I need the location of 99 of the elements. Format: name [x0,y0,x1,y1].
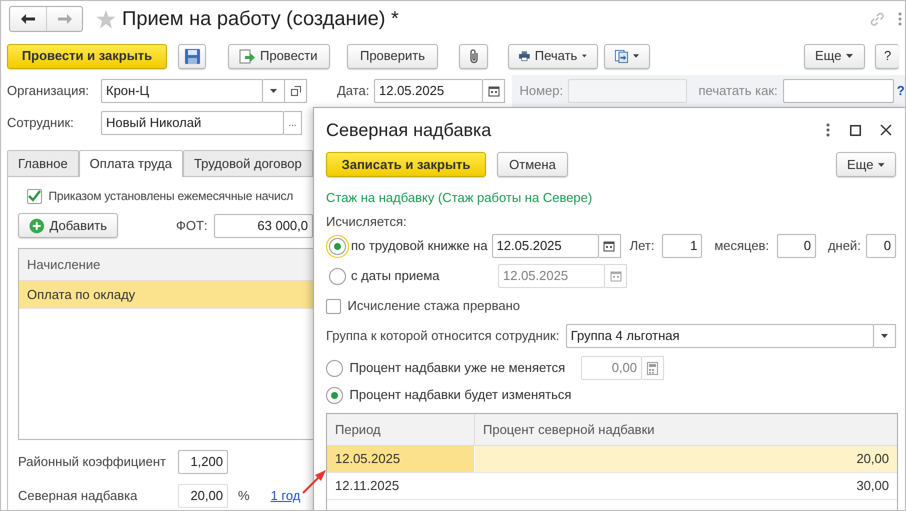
dialog-title: Северная надбавка [326,118,492,142]
back-arrow-icon [21,14,35,24]
print-as-field[interactable] [782,79,894,103]
check-button[interactable]: Проверить [347,44,438,68]
field-label: Районный коэффициент [18,453,167,472]
column-header: Начисление [19,249,313,281]
tab[interactable]: Трудовой договор [182,150,313,176]
caret-icon [270,89,277,93]
number-field[interactable] [568,79,686,103]
radio-button[interactable] [326,360,343,376]
document-arrow-icon [239,48,255,64]
group-field[interactable]: Группа 4 льготная [566,324,874,348]
post-and-close-button[interactable]: Провести и закрыть [7,44,167,68]
organization-field[interactable]: Крон-Ц [101,79,263,103]
calendar-button[interactable] [483,79,505,103]
table-cell[interactable]: 12.11.2025 [327,473,475,500]
calendar-button[interactable] [598,234,621,258]
field-label: печатать как: [698,82,779,100]
calendar-icon [488,85,500,97]
field-label: Сотрудник: [7,114,75,132]
field-label: Группа к которой относится сотрудник: [326,327,560,346]
post-button[interactable]: Провести [228,44,330,68]
dropdown-button[interactable] [263,79,285,103]
unit-label: % [238,487,250,506]
annotation-arrow [301,469,327,495]
save-and-close-button[interactable]: Записать и закрыть [326,152,486,177]
caret-icon [878,162,885,166]
maximize-icon[interactable] [850,124,860,136]
field-label: месяцев: [714,237,770,256]
date-field[interactable]: 12.05.2025 [374,79,483,103]
bonus-field[interactable]: 20,00 [178,484,228,508]
star-icon[interactable] [96,10,116,28]
checkbox[interactable] [326,298,341,314]
cancel-button[interactable]: Отмена [497,152,568,177]
paperclip-icon [468,48,480,64]
checkbox[interactable] [27,188,42,204]
forward-arrow-icon [58,14,72,24]
number-field[interactable]: 0 [866,234,896,258]
radio-label: по трудовой книжке на [351,237,488,256]
plus-circle-icon [29,218,45,234]
column-header: Процент северной надбавки [482,420,656,439]
calendar-icon [610,270,622,282]
select-button[interactable]: ... [284,111,302,135]
add-button[interactable]: Добавить [18,213,118,238]
tab[interactable]: Главное [7,150,79,176]
column-header: Период [327,414,475,445]
section-title: Стаж на надбавку (Стаж работы на Севере) [326,189,592,207]
more-button[interactable]: Еще [804,44,865,68]
table-cell[interactable]: 30,00 [475,473,897,500]
calendar-icon [603,240,616,252]
caret-icon [582,54,587,58]
number-field[interactable]: 1 [662,234,702,258]
caret-icon [881,334,888,338]
field-label: Лет: [630,237,654,256]
field-label: Номер: [520,82,564,100]
calculator-icon [647,362,658,374]
table-cell[interactable]: 12.05.2025 [327,446,475,473]
print-button[interactable]: Печать [508,44,598,68]
open-button[interactable] [285,79,307,103]
window-title: Прием на работу (создание) * [122,7,399,32]
related-documents-button[interactable] [604,44,650,68]
table-row[interactable]: Оплата по окладу [19,281,313,309]
more-button[interactable]: Еще [836,152,896,177]
field-label: ФОТ: [176,216,209,235]
fot-field[interactable]: 63 000,0 [214,214,313,238]
caret-icon [846,54,854,58]
more-options-icon[interactable] [898,12,902,26]
table-cell[interactable]: 20,00 [475,446,897,473]
period-link[interactable]: 1 год [270,486,300,506]
tab[interactable]: Оплата труда [78,150,183,177]
radio-label: с даты приема [351,267,440,286]
caret-icon [632,54,639,58]
employee-field[interactable]: Новый Николай [101,111,284,135]
help-link[interactable]: ? [896,81,905,101]
checkbox-label: Исчисление стажа прервано [348,297,520,316]
field-label: Исчисляется: [326,212,407,230]
field-label: дней: [828,237,861,256]
calculator-button[interactable] [642,356,664,380]
save-button[interactable] [178,44,206,68]
documents-icon [615,48,628,64]
dropdown-button[interactable] [874,324,896,348]
link-icon[interactable] [868,11,885,27]
attach-button[interactable] [459,44,488,68]
radio-label: Процент надбавки будет изменяться [350,386,572,404]
radio-button[interactable] [329,238,346,254]
more-options-icon[interactable] [826,123,830,137]
help-button[interactable]: ? [875,44,899,68]
radio-label: Процент надбавки уже не меняется [350,359,566,378]
coefficient-field[interactable]: 1,200 [178,450,228,474]
field-label: Организация: [7,82,90,100]
printer-icon [519,49,530,63]
field-label: Северная надбавка [18,487,138,506]
number-field[interactable]: 0 [777,234,816,258]
radio-button[interactable] [326,386,343,404]
checkbox-label: Приказом установлены ежемесячные начисл [48,188,294,205]
date-field[interactable]: 12.05.2025 [492,234,599,258]
close-icon[interactable] [880,124,892,136]
open-window-icon [290,86,300,96]
field-label: Дата: [337,82,370,100]
